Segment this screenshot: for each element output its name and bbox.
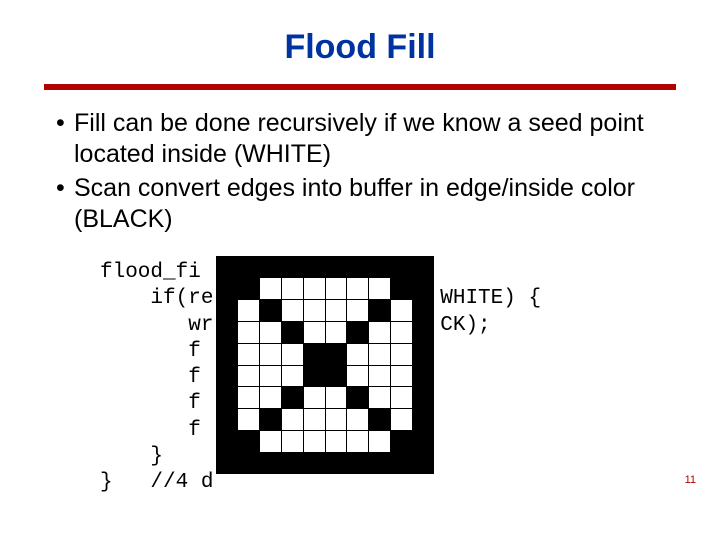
- pixel-cell: [304, 431, 325, 452]
- pixel-cell: [326, 387, 347, 408]
- pixel-cell: [369, 278, 390, 299]
- pixel-cell: [260, 322, 281, 343]
- pixel-cell: [304, 387, 325, 408]
- flood-fill-illustration: [216, 256, 434, 474]
- pixel-cell: [238, 344, 259, 365]
- bullet-dot-icon: •: [56, 173, 74, 234]
- pixel-cell: [391, 387, 412, 408]
- body-text: • Fill can be done recursively if we kno…: [56, 108, 676, 238]
- pixel-cell: [347, 344, 368, 365]
- code-line: }: [100, 445, 163, 468]
- pixel-cell: [391, 278, 412, 299]
- pixel-cell: [326, 431, 347, 452]
- bullet-item: • Fill can be done recursively if we kno…: [56, 108, 676, 169]
- pixel-cell: [369, 409, 390, 430]
- bullet-item: • Scan convert edges into buffer in edge…: [56, 173, 676, 234]
- bullet-text: Scan convert edges into buffer in edge/i…: [74, 173, 676, 234]
- pixel-cell: [347, 366, 368, 387]
- pixel-cell: [369, 366, 390, 387]
- pixel-cell: [238, 387, 259, 408]
- pixel-cell: [238, 366, 259, 387]
- slide-title: Flood Fill: [0, 28, 720, 67]
- pixel-cell: [326, 344, 347, 365]
- pixel-cell: [347, 322, 368, 343]
- pixel-cell: [369, 322, 390, 343]
- code-line: f: [100, 419, 201, 442]
- pixel-cell: [369, 344, 390, 365]
- pixel-cell: [369, 300, 390, 321]
- pixel-cell: [282, 344, 303, 365]
- pixel-cell: [304, 344, 325, 365]
- pixel-cell: [260, 387, 281, 408]
- pixel-cell: [347, 409, 368, 430]
- code-line: f: [100, 392, 201, 415]
- pixel-cell: [304, 366, 325, 387]
- pixel-cell: [282, 300, 303, 321]
- pixel-cell: [282, 322, 303, 343]
- code-line: flood_fi: [100, 261, 201, 284]
- pixel-cell: [260, 366, 281, 387]
- pixel-cell: [391, 431, 412, 452]
- code-line: f: [100, 340, 201, 363]
- pixel-cell: [347, 278, 368, 299]
- pixel-cell: [369, 387, 390, 408]
- pixel-cell: [282, 387, 303, 408]
- pixel-cell: [326, 300, 347, 321]
- pixel-cell: [260, 409, 281, 430]
- pixel-cell: [238, 300, 259, 321]
- page-number: 11: [685, 474, 696, 486]
- pixel-cell: [304, 300, 325, 321]
- pixel-cell: [369, 431, 390, 452]
- pixel-cell: [347, 300, 368, 321]
- pixel-cell: [391, 344, 412, 365]
- pixel-cell: [238, 278, 259, 299]
- pixel-grid: [238, 278, 412, 452]
- pixel-cell: [260, 431, 281, 452]
- pixel-cell: [391, 366, 412, 387]
- pixel-cell: [260, 278, 281, 299]
- pixel-cell: [326, 366, 347, 387]
- pixel-cell: [304, 278, 325, 299]
- pixel-cell: [391, 409, 412, 430]
- pixel-cell: [391, 300, 412, 321]
- pixel-cell: [326, 322, 347, 343]
- pixel-cell: [260, 300, 281, 321]
- pixel-cell: [391, 322, 412, 343]
- pixel-cell: [282, 409, 303, 430]
- pixel-cell: [238, 409, 259, 430]
- pixel-cell: [238, 322, 259, 343]
- pixel-cell: [282, 366, 303, 387]
- code-line: } //4 d: [100, 471, 213, 494]
- pixel-cell: [304, 409, 325, 430]
- code-line: f: [100, 366, 201, 389]
- pixel-cell: [347, 387, 368, 408]
- bullet-text: Fill can be done recursively if we know …: [74, 108, 676, 169]
- bullet-dot-icon: •: [56, 108, 74, 169]
- pixel-cell: [304, 322, 325, 343]
- pixel-cell: [282, 278, 303, 299]
- pixel-cell: [326, 409, 347, 430]
- title-underline: [44, 84, 676, 90]
- pixel-cell: [347, 431, 368, 452]
- pixel-cell: [260, 344, 281, 365]
- pixel-cell: [282, 431, 303, 452]
- slide: Flood Fill • Fill can be done recursivel…: [0, 0, 720, 540]
- pixel-cell: [238, 431, 259, 452]
- pixel-cell: [326, 278, 347, 299]
